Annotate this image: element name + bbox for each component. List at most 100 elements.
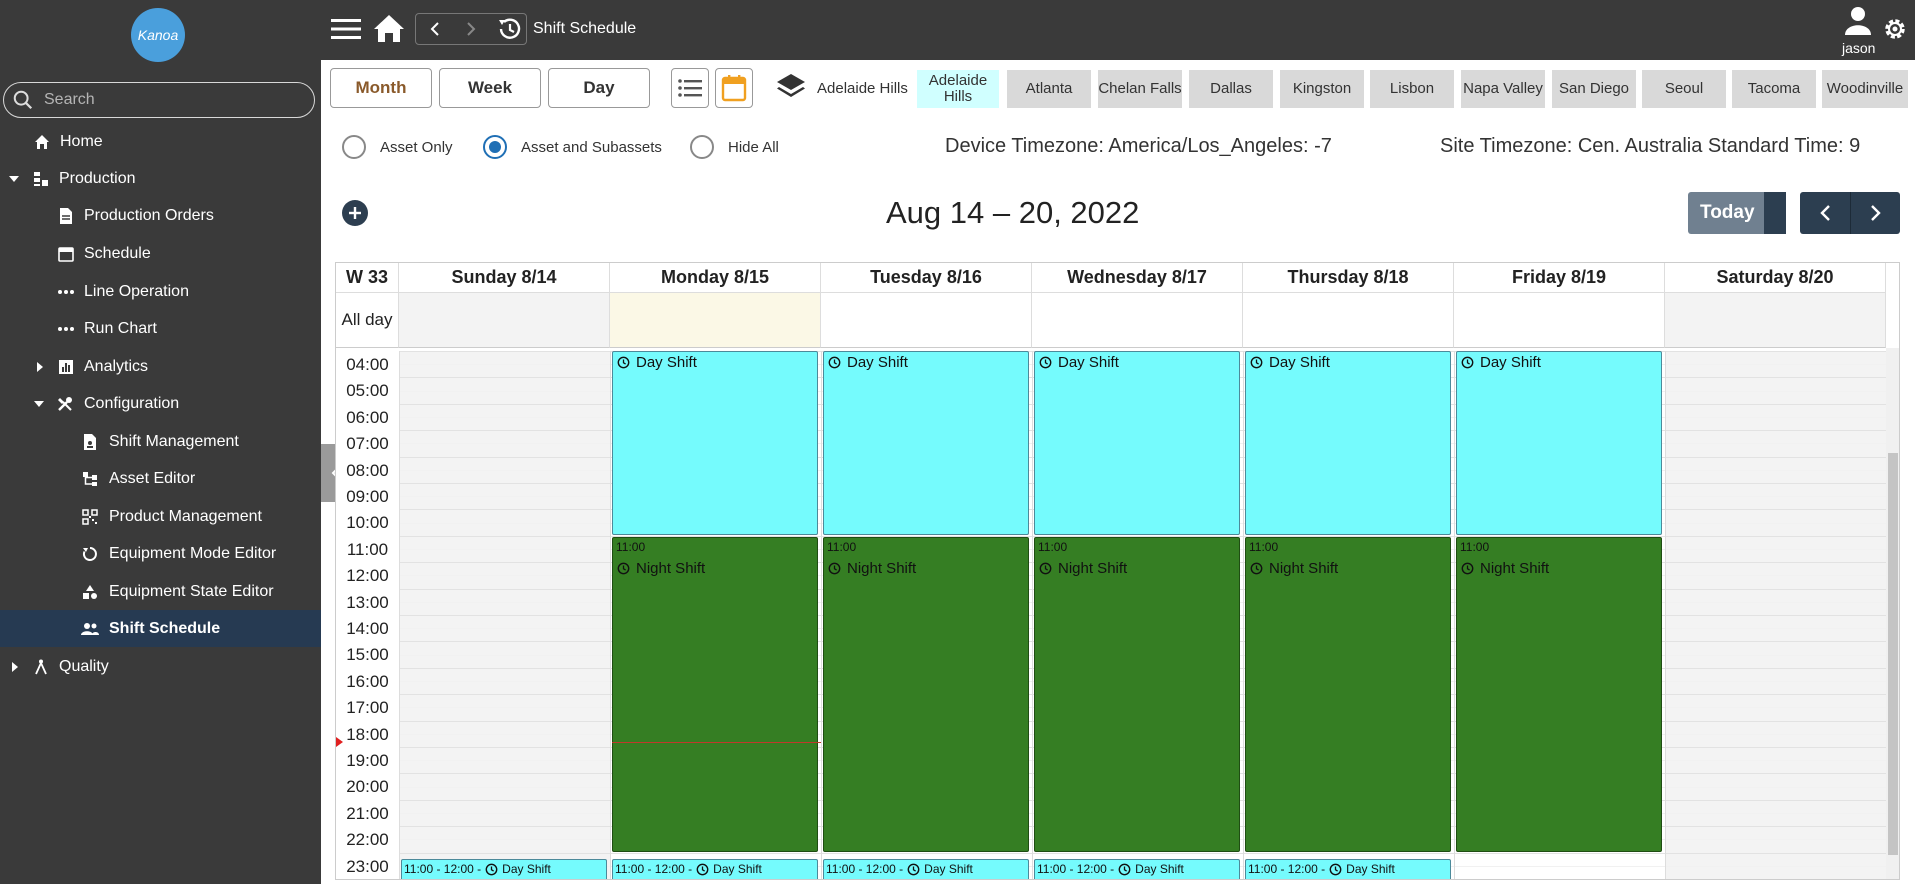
- search-input[interactable]: [44, 91, 294, 109]
- day-shift-event[interactable]: Day Shift: [823, 351, 1029, 535]
- nav-shift-management-label: Shift Management: [109, 432, 239, 450]
- site-tab-seoul[interactable]: Seoul: [1642, 70, 1726, 108]
- nav-equipment-state-editor-label: Equipment State Editor: [109, 582, 274, 600]
- today-button[interactable]: Today: [1688, 192, 1786, 234]
- day-shift-event[interactable]: 11:00 - 12:00 - Day Shift: [1245, 859, 1451, 879]
- user-menu-button[interactable]: [1843, 5, 1873, 37]
- add-shift-button[interactable]: [342, 200, 368, 226]
- calendar-view-button[interactable]: [715, 68, 753, 108]
- nav-shift-schedule-label: Shift Schedule: [109, 619, 221, 637]
- night-shift-event[interactable]: 11:00 Night Shift: [1456, 537, 1662, 852]
- day-header-wednesday[interactable]: Wednesday 8/17: [1032, 263, 1243, 293]
- search-box[interactable]: [3, 82, 315, 118]
- history-button[interactable]: [495, 14, 523, 44]
- night-shift-event[interactable]: 11:00 Night Shift: [612, 537, 818, 852]
- nav-product-management[interactable]: Product Management: [0, 498, 321, 535]
- allday-cell-monday[interactable]: [610, 293, 821, 348]
- radio-hide-all[interactable]: Hide All: [690, 135, 779, 159]
- list-view-button[interactable]: [671, 68, 709, 108]
- nav-analytics[interactable]: Analytics: [0, 348, 321, 385]
- day-header-monday[interactable]: Monday 8/15: [610, 263, 821, 293]
- day-shift-event[interactable]: Day Shift: [1456, 351, 1662, 535]
- nav-schedule-label: Schedule: [84, 244, 151, 262]
- nav-product-management-label: Product Management: [109, 507, 262, 525]
- nav-run-chart[interactable]: Run Chart: [0, 310, 321, 347]
- nav-schedule[interactable]: Schedule: [0, 235, 321, 272]
- site-tab-napa-valley[interactable]: Napa Valley: [1461, 70, 1545, 108]
- home-button[interactable]: [373, 12, 405, 44]
- day-header-friday[interactable]: Friday 8/19: [1454, 263, 1665, 293]
- site-tab-san-diego[interactable]: San Diego: [1552, 70, 1636, 108]
- site-tab-tacoma[interactable]: Tacoma: [1732, 70, 1816, 108]
- nav-equipment-state-editor[interactable]: Equipment State Editor: [0, 573, 321, 610]
- day-header-thursday[interactable]: Thursday 8/18: [1243, 263, 1454, 293]
- prev-week-button[interactable]: [1800, 192, 1850, 234]
- radio-circle[interactable]: [690, 135, 714, 159]
- site-tab-kingston[interactable]: Kingston: [1280, 70, 1364, 108]
- site-tab-atlanta[interactable]: Atlanta: [1007, 70, 1091, 108]
- nav-line-operation[interactable]: Line Operation: [0, 273, 321, 310]
- allday-cell-friday[interactable]: [1454, 293, 1665, 348]
- allday-cell-tuesday[interactable]: [821, 293, 1032, 348]
- radio-asset-only[interactable]: Asset Only: [342, 135, 453, 159]
- month-view-button[interactable]: Month: [330, 68, 432, 108]
- site-tab-lisbon[interactable]: Lisbon: [1370, 70, 1454, 108]
- site-tab-adelaide-hills[interactable]: Adelaide Hills: [917, 70, 999, 108]
- day-shift-event[interactable]: Day Shift: [1034, 351, 1240, 535]
- night-shift-event[interactable]: 11:00 Night Shift: [1245, 537, 1451, 852]
- nav-configuration[interactable]: Configuration: [0, 385, 321, 422]
- user-name: jason: [1842, 40, 1876, 56]
- allday-cell-thursday[interactable]: [1243, 293, 1454, 348]
- day-shift-event[interactable]: 11:00 - 12:00 - Day Shift: [823, 859, 1029, 879]
- radio-circle-selected[interactable]: [483, 135, 507, 159]
- radio-asset-and-subassets[interactable]: Asset and Subassets: [483, 135, 662, 159]
- nav-asset-editor[interactable]: Asset Editor: [0, 460, 321, 497]
- layers-button[interactable]: [776, 72, 806, 102]
- nav-production[interactable]: Production: [0, 160, 321, 197]
- day-header-tuesday[interactable]: Tuesday 8/16: [821, 263, 1032, 293]
- nav-production-orders[interactable]: Production Orders: [0, 197, 321, 234]
- event-title-text: Day Shift: [1058, 354, 1119, 371]
- site-timezone: Site Timezone: Cen. Australia Standard T…: [1440, 135, 1861, 157]
- day-header-sunday[interactable]: Sunday 8/14: [399, 263, 610, 293]
- back-button[interactable]: [420, 16, 450, 42]
- nav-shift-management[interactable]: Shift Management: [0, 423, 321, 460]
- day-shift-event[interactable]: 11:00 - 12:00 - Day Shift: [1034, 859, 1240, 879]
- calendar-scroll-thumb[interactable]: [1888, 453, 1898, 855]
- day-view-button[interactable]: Day: [548, 68, 650, 108]
- day-shift-event[interactable]: Day Shift: [1245, 351, 1451, 535]
- day-shift-event[interactable]: Day Shift: [612, 351, 818, 535]
- event-time: 11:00: [1038, 540, 1068, 554]
- night-shift-event[interactable]: 11:00 Night Shift: [823, 537, 1029, 852]
- nav-shift-schedule[interactable]: Shift Schedule: [0, 610, 321, 647]
- caret-down-icon: [8, 173, 20, 185]
- radio-circle[interactable]: [342, 135, 366, 159]
- people-icon: [81, 620, 99, 638]
- forward-button[interactable]: [456, 16, 486, 42]
- site-tab-dallas[interactable]: Dallas: [1189, 70, 1273, 108]
- nav-home[interactable]: Home: [0, 123, 321, 160]
- next-week-button[interactable]: [1850, 192, 1900, 234]
- day-header-saturday[interactable]: Saturday 8/20: [1665, 263, 1886, 293]
- allday-cell-saturday[interactable]: [1665, 293, 1886, 348]
- event-title-text: Day Shift: [1480, 354, 1541, 371]
- site-tab-woodinville[interactable]: Woodinville: [1822, 70, 1908, 108]
- nav-equipment-mode-editor[interactable]: Equipment Mode Editor: [0, 535, 321, 572]
- day-shift-event[interactable]: 11:00 - 12:00 - Day Shift: [401, 859, 607, 879]
- week-view-button[interactable]: Week: [439, 68, 541, 108]
- nav-analytics-label: Analytics: [84, 357, 149, 375]
- day-column-divider: [1665, 351, 1666, 879]
- radio-asset-and-subassets-label: Asset and Subassets: [521, 138, 662, 156]
- event-title-text: Day Shift: [847, 354, 908, 371]
- radio-asset-only-label: Asset Only: [380, 138, 453, 156]
- menu-button[interactable]: [331, 16, 361, 42]
- event-title-text: Night Shift: [1269, 560, 1339, 577]
- settings-button[interactable]: [1880, 14, 1910, 44]
- night-shift-event[interactable]: 11:00 Night Shift: [1034, 537, 1240, 852]
- allday-cell-sunday[interactable]: [399, 293, 610, 348]
- site-tab-chelan-falls[interactable]: Chelan Falls: [1098, 70, 1182, 108]
- day-shift-event[interactable]: 11:00 - 12:00 - Day Shift: [612, 859, 818, 879]
- nav-quality[interactable]: Quality: [0, 648, 321, 685]
- allday-cell-wednesday[interactable]: [1032, 293, 1243, 348]
- kanoa-logo[interactable]: Kanoa: [131, 8, 185, 62]
